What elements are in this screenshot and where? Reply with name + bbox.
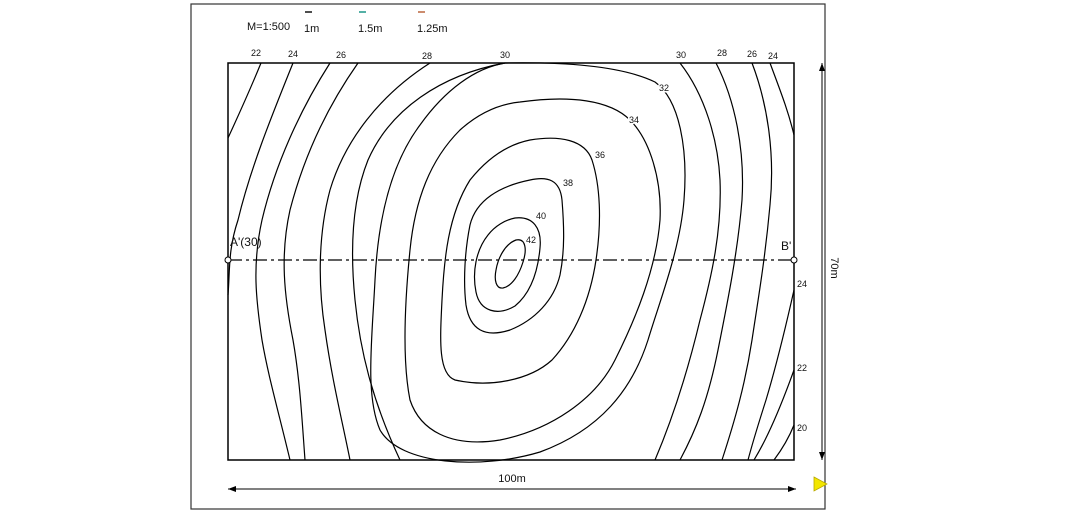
legend: M=1:500 1m 1.5m 1.25m [247,11,448,35]
contour-line-40 [494,239,526,289]
height-dimension: 70m [819,63,840,460]
elevation-label: 32 [659,83,669,93]
section-label-b: B' [781,239,791,253]
arrow-right-icon [788,486,796,492]
elevation-label: 42 [526,235,536,245]
elevation-label: 28 [422,51,432,61]
legend-label-1-5m: 1.5m [358,23,382,35]
height-label: 70m [828,257,840,278]
arrow-up-icon [819,63,825,71]
elevation-label: 36 [595,150,605,160]
contour-line-24-lower-right [747,289,795,461]
legend-label-1-25m: 1.25m [417,23,448,35]
elevation-label: 24 [768,51,778,61]
section-label-a: A'(30) [230,235,262,249]
arrow-down-icon [819,452,825,460]
contour-line-26 [283,62,359,461]
contour-line-32 [404,98,661,443]
width-label: 100m [498,473,526,485]
elevation-label: 30 [500,50,510,60]
contour-line-24-right [769,62,795,136]
contour-line-26b [319,62,431,461]
elevation-label: 34 [629,115,639,125]
top-elevation-labels: 22 24 26 28 30 30 28 26 24 [251,48,778,61]
map-boundary [227,62,795,461]
contour-line-26-right [721,62,773,461]
elevation-label: 22 [797,363,807,373]
elevation-label: 24 [797,279,807,289]
elevation-label: 28 [717,48,727,58]
elevation-label: 20 [797,423,807,433]
elevation-label: 22 [251,48,261,58]
elevation-label: 40 [536,211,546,221]
contour-line-22 [227,62,262,139]
topographic-map-sheet: M=1:500 1m 1.5m 1.25m A'(30) B' 22 24 26… [190,3,840,510]
arrow-left-icon [228,486,236,492]
section-point-b [790,256,798,264]
elevation-label: 38 [563,178,573,188]
contour-lines [227,62,795,463]
contour-line-28 [351,62,506,461]
width-dimension: 100m [228,473,796,492]
contour-line-38 [473,217,541,312]
contour-line-20-right [773,424,795,461]
inner-elevation-labels: 32 32 34 34 36 36 38 38 40 40 42 42 [525,82,671,247]
scale-label: M=1:500 [247,21,290,33]
contour-line-36 [463,178,565,334]
elevation-label: 26 [336,50,346,60]
contour-line-28-right [679,62,744,461]
right-elevation-labels: 24 22 20 [797,279,807,433]
elevation-label: 26 [747,49,757,59]
legend-label-1m: 1m [304,23,319,35]
section-point-a [224,256,232,264]
contour-line-24b [255,62,331,461]
contour-line-30-right [654,62,721,461]
elevation-label: 30 [676,50,686,60]
elevation-label: 24 [288,49,298,59]
contour-line-22-right [753,369,795,461]
